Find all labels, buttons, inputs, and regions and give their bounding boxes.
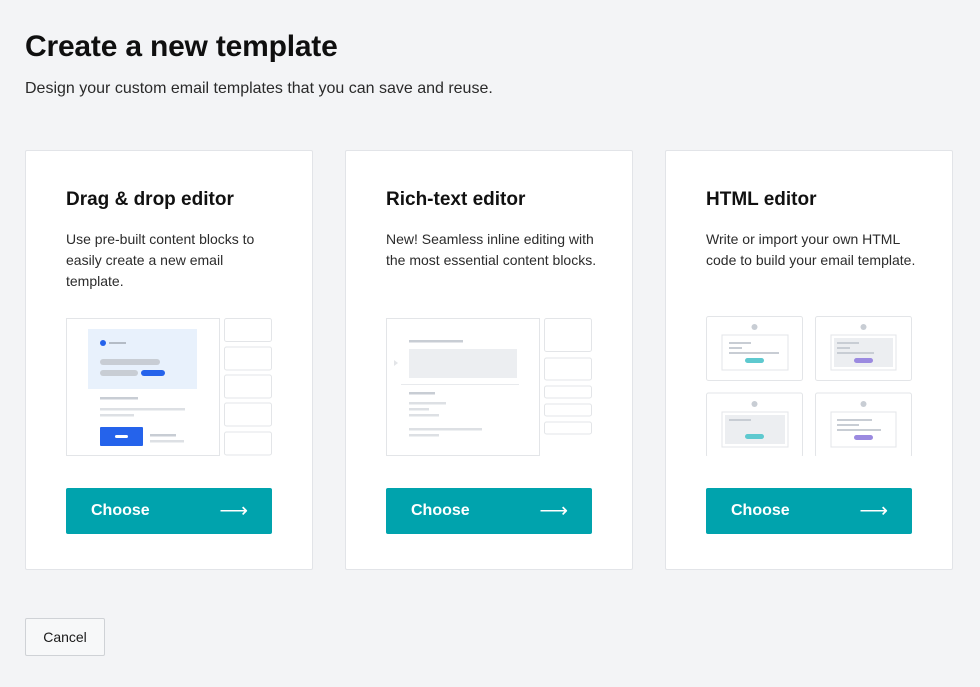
choose-button[interactable]: Choose ⟶ bbox=[386, 488, 592, 534]
choose-button-label: Choose bbox=[731, 502, 790, 519]
card-title: Rich-text editor bbox=[386, 189, 526, 210]
html-editor-illustration bbox=[706, 316, 912, 456]
page-subtitle: Design your custom email templates that … bbox=[25, 80, 493, 97]
choose-button[interactable]: Choose ⟶ bbox=[66, 488, 272, 534]
card-description: Use pre-built content blocks to easily c… bbox=[66, 231, 255, 289]
cancel-button[interactable]: Cancel bbox=[25, 618, 105, 656]
card-rich-text-editor: Rich-text editor New! Seamless inline ed… bbox=[345, 150, 633, 570]
card-title: HTML editor bbox=[706, 189, 817, 210]
choose-button-label: Choose bbox=[411, 502, 470, 519]
card-drag-drop-editor: Drag & drop editor Use pre-built content… bbox=[25, 150, 313, 570]
choose-button-label: Choose bbox=[91, 502, 150, 519]
card-description: Write or import your own HTML code to bu… bbox=[706, 231, 916, 268]
arrow-right-icon: ⟶ bbox=[859, 500, 888, 522]
card-title: Drag & drop editor bbox=[66, 189, 234, 210]
card-html-editor: HTML editor Write or import your own HTM… bbox=[665, 150, 953, 570]
choose-button[interactable]: Choose ⟶ bbox=[706, 488, 912, 534]
drag-drop-illustration bbox=[66, 318, 272, 456]
rich-text-illustration bbox=[386, 318, 592, 456]
card-description: New! Seamless inline editing with the mo… bbox=[386, 231, 597, 268]
arrow-right-icon: ⟶ bbox=[219, 500, 248, 522]
arrow-right-icon: ⟶ bbox=[539, 500, 568, 522]
create-template-page: Create a new template Design your custom… bbox=[0, 0, 980, 687]
page-title: Create a new template bbox=[25, 30, 338, 63]
